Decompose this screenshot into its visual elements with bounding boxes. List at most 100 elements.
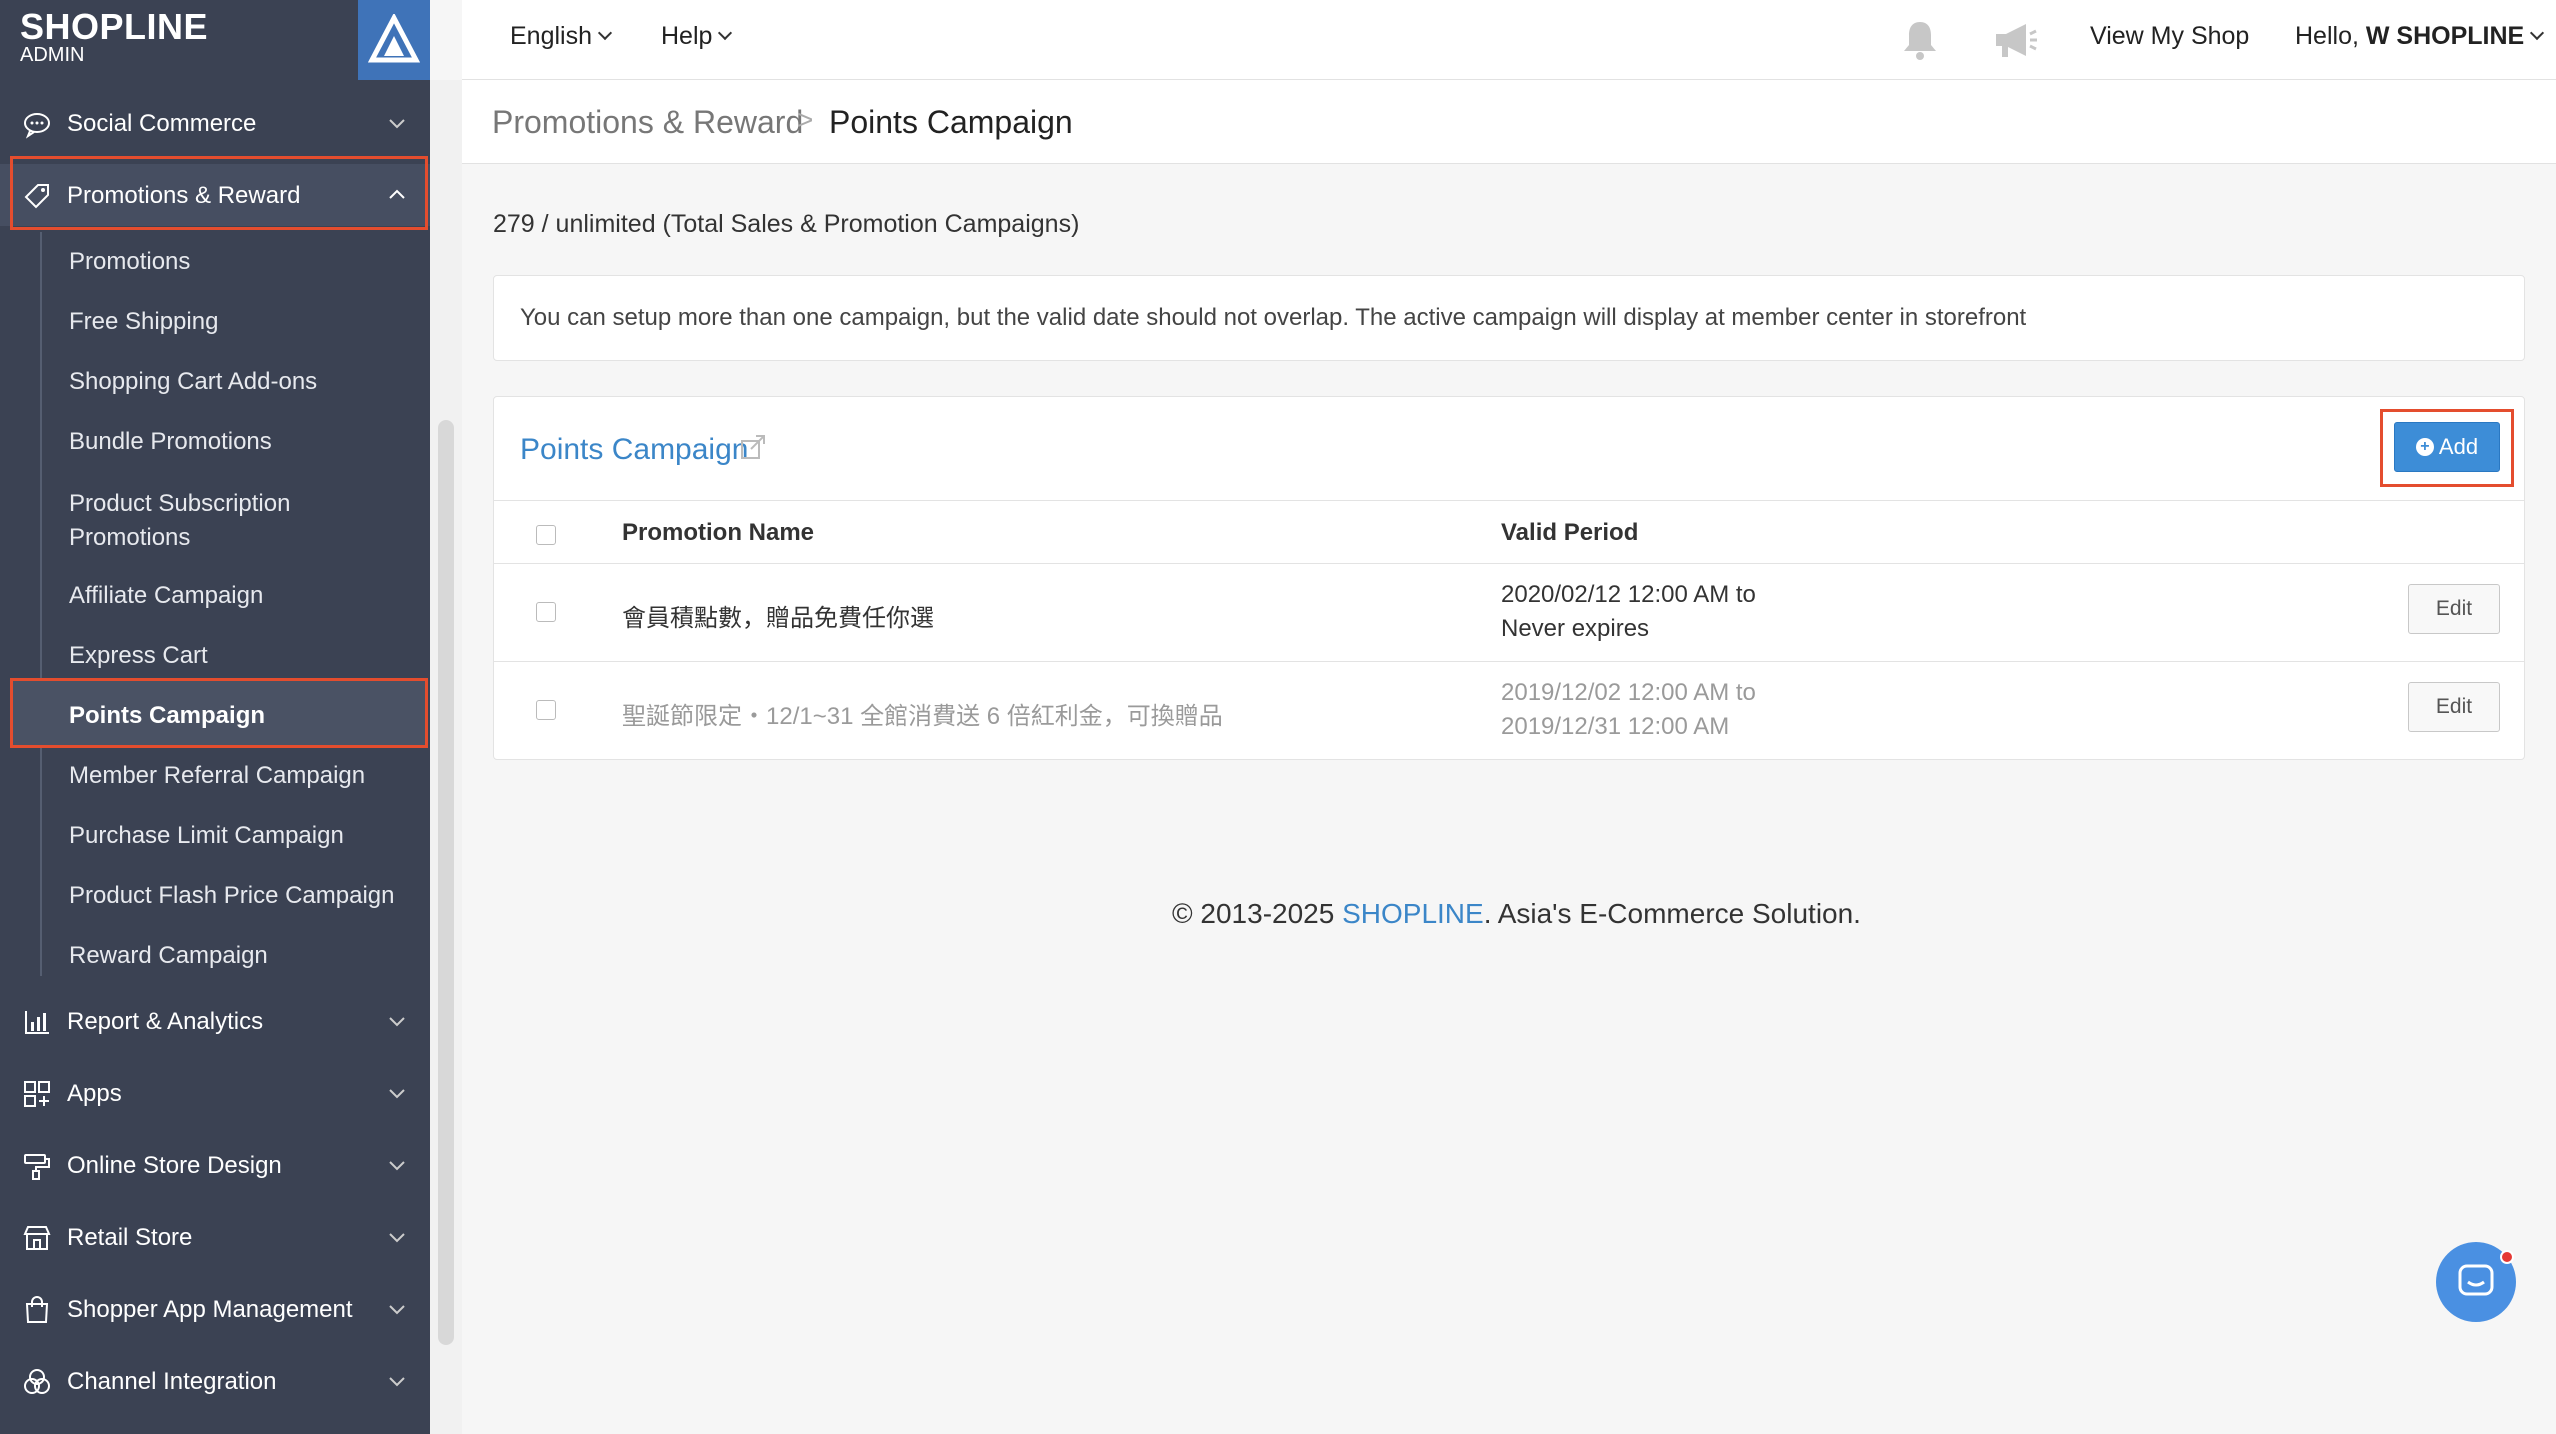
paint-roller-icon <box>24 1154 50 1180</box>
view-my-shop-link[interactable]: View My Shop <box>2090 22 2249 51</box>
notification-dot <box>2500 1250 2514 1264</box>
sidebar-item-label: Report & Analytics <box>67 1008 264 1035</box>
edit-button[interactable]: Edit <box>2408 584 2500 634</box>
external-link-icon[interactable] <box>739 433 767 461</box>
breadcrumb-separator: > <box>797 104 814 135</box>
valid-period-start: 2020/02/12 12:00 AM to <box>1501 581 1756 608</box>
valid-period: 2019/12/02 12:00 AM to 2019/12/31 12:00 … <box>1501 676 1756 744</box>
top-bar: English Help View My Shop Hello, W SHOPL… <box>462 0 2556 80</box>
row-checkbox[interactable] <box>536 602 556 622</box>
chevron-down-icon <box>389 1089 405 1099</box>
sidebar-subitem-affiliate-campaign[interactable]: Affiliate Campaign <box>40 582 430 610</box>
chevron-down-icon <box>389 1161 405 1171</box>
sidebar-item-channel-integration[interactable]: Channel Integration <box>0 1350 430 1412</box>
shopline-mark-icon <box>368 14 420 63</box>
column-header-promotion-name[interactable]: Promotion Name <box>622 519 814 547</box>
user-name: W SHOPLINE <box>2365 22 2525 50</box>
points-campaign-panel: Points Campaign + Add Promotion Name Val… <box>493 396 2525 760</box>
panel-title[interactable]: Points Campaign <box>520 433 748 467</box>
sidebar-subitem-product-subscription[interactable]: Product Subscription <box>40 490 430 518</box>
sidebar-subitem-free-shipping[interactable]: Free Shipping <box>40 308 430 336</box>
channels-icon <box>24 1369 50 1394</box>
panel-header: Points Campaign + Add <box>494 397 2524 501</box>
sidebar-subitem-cart-addons[interactable]: Shopping Cart Add-ons <box>40 368 430 396</box>
valid-period-end: Never expires <box>1501 615 1650 642</box>
chat-icon <box>2458 1264 2494 1296</box>
sidebar-subitem-member-referral[interactable]: Member Referral Campaign <box>40 762 430 790</box>
sidebar-item-label: Online Store Design <box>67 1152 282 1179</box>
greeting-text: Hello, <box>2295 22 2359 50</box>
edit-button[interactable]: Edit <box>2408 682 2500 732</box>
breadcrumb-parent[interactable]: Promotions & Reward <box>492 104 803 141</box>
breadcrumb-current: Points Campaign <box>829 104 1073 140</box>
chat-bubble-icon <box>24 113 50 139</box>
highlight-points-campaign <box>10 678 428 748</box>
user-menu[interactable]: Hello, W SHOPLINE <box>2295 22 2545 51</box>
store-icon <box>23 1226 51 1250</box>
chevron-down-icon <box>389 1017 405 1027</box>
sidebar-item-apps[interactable]: Apps <box>0 1062 430 1124</box>
sidebar-subitem-purchase-limit[interactable]: Purchase Limit Campaign <box>40 822 430 850</box>
chevron-down-icon <box>718 25 733 41</box>
apps-grid-icon <box>24 1081 50 1107</box>
row-checkbox[interactable] <box>536 700 556 720</box>
footer-copyright: © 2013-2025 <box>1172 898 1343 929</box>
campaign-quota-text: 279 / unlimited (Total Sales & Promotion… <box>493 210 1080 238</box>
footer-tagline: . Asia's E-Commerce Solution. <box>1483 898 1861 929</box>
sidebar-item-social-commerce[interactable]: Social Commerce <box>0 92 430 154</box>
chevron-down-icon <box>2530 25 2545 41</box>
chat-widget-button[interactable] <box>2436 1242 2516 1322</box>
valid-period: 2020/02/12 12:00 AM to Never expires <box>1501 578 1756 646</box>
sidebar-item-retail-store[interactable]: Retail Store <box>0 1206 430 1268</box>
table-row: 會員積點數，贈品免費任你選 2020/02/12 12:00 AM to Nev… <box>494 563 2524 661</box>
add-campaign-button[interactable]: + Add <box>2394 422 2500 472</box>
brand-header: SHOPLINE ADMIN <box>0 0 430 80</box>
help-dropdown[interactable]: Help <box>661 22 733 51</box>
language-dropdown[interactable]: English <box>510 22 613 51</box>
valid-period-end: 2019/12/31 12:00 AM <box>1501 713 1730 740</box>
promotion-name[interactable]: 會員積點數，贈品免費任你選 <box>622 598 934 633</box>
sidebar-subitem-product-subscription-line2[interactable]: Promotions <box>40 524 430 552</box>
chevron-down-icon <box>389 1377 405 1387</box>
sidebar: SHOPLINE ADMIN Social Commerce Promotion… <box>0 0 430 1434</box>
sidebar-item-label: Apps <box>67 1080 122 1107</box>
brand-subtitle: ADMIN <box>20 44 85 66</box>
language-label: English <box>510 22 592 50</box>
sidebar-item-online-store-design[interactable]: Online Store Design <box>0 1134 430 1196</box>
sidebar-item-shopper-app[interactable]: Shopper App Management <box>0 1278 430 1340</box>
bell-icon[interactable] <box>1900 18 1940 62</box>
footer: © 2013-2025 SHOPLINE. Asia's E-Commerce … <box>1172 898 1861 930</box>
collapse-sidebar-button[interactable] <box>358 0 430 80</box>
breadcrumb: Promotions & Reward > Points Campaign <box>462 80 2556 164</box>
sidebar-subitem-express-cart[interactable]: Express Cart <box>40 642 430 670</box>
select-all-checkbox[interactable] <box>536 525 556 545</box>
plus-circle-icon: + <box>2415 438 2434 456</box>
chevron-down-icon <box>389 1233 405 1243</box>
info-notice: You can setup more than one campaign, bu… <box>493 275 2525 361</box>
sidebar-item-label: Shopper App Management <box>67 1296 353 1323</box>
sidebar-subitem-promotions[interactable]: Promotions <box>40 248 430 276</box>
chevron-down-icon <box>389 1305 405 1315</box>
footer-brand-link[interactable]: SHOPLINE <box>1342 898 1484 929</box>
column-header-valid-period[interactable]: Valid Period <box>1501 519 1638 547</box>
add-button-label: Add <box>2438 434 2479 459</box>
shopping-bag-icon <box>25 1296 49 1323</box>
bar-chart-icon <box>25 1011 49 1034</box>
brand-logo[interactable]: SHOPLINE <box>20 6 208 48</box>
sidebar-subitem-bundle-promotions[interactable]: Bundle Promotions <box>40 428 430 456</box>
sidebar-item-label: Social Commerce <box>67 110 257 137</box>
sidebar-item-label: Channel Integration <box>67 1368 277 1395</box>
sidebar-subitem-flash-price[interactable]: Product Flash Price Campaign <box>40 882 430 910</box>
valid-period-start: 2019/12/02 12:00 AM to <box>1501 679 1756 706</box>
highlight-promotions-reward <box>10 156 428 230</box>
sidebar-item-label: Retail Store <box>67 1224 193 1251</box>
sidebar-scrollbar[interactable] <box>438 420 454 1345</box>
table-row: 聖誕節限定・12/1~31 全館消費送 6 倍紅利金，可換贈品 2019/12/… <box>494 661 2524 759</box>
sidebar-subitem-reward-campaign[interactable]: Reward Campaign <box>40 942 430 970</box>
megaphone-icon[interactable] <box>1992 20 2038 60</box>
chevron-down-icon <box>389 119 405 129</box>
help-label: Help <box>661 22 713 50</box>
promotion-name[interactable]: 聖誕節限定・12/1~31 全館消費送 6 倍紅利金，可換贈品 <box>622 696 1223 731</box>
sidebar-item-report-analytics[interactable]: Report & Analytics <box>0 990 430 1052</box>
chevron-down-icon <box>597 25 613 41</box>
